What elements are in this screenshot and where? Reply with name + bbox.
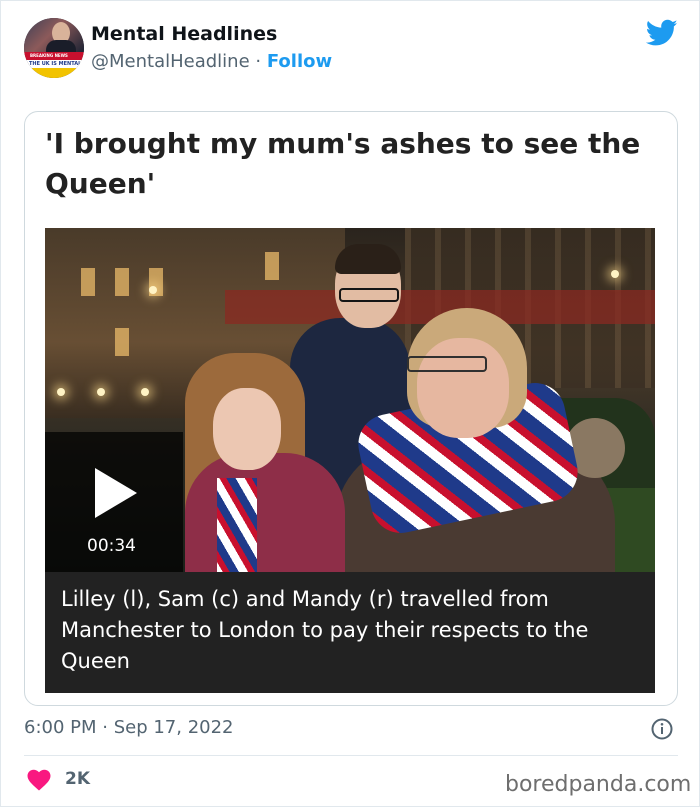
video-lamp bbox=[149, 286, 157, 294]
woman-face bbox=[417, 338, 509, 438]
video-window bbox=[115, 268, 129, 296]
tweet-card: BREAKING NEWS THE UK IS MENTAL Mental He… bbox=[0, 0, 700, 807]
like-count[interactable]: 2K bbox=[65, 769, 90, 789]
video-window bbox=[81, 268, 95, 296]
video-player[interactable]: 00:34 bbox=[45, 228, 655, 572]
heart-icon[interactable] bbox=[27, 769, 51, 791]
video-lamp bbox=[97, 388, 105, 396]
avatar-band-yellow bbox=[24, 68, 84, 78]
video-window bbox=[265, 252, 279, 280]
video-duration: 00:34 bbox=[87, 536, 136, 556]
woman-glasses bbox=[407, 356, 487, 372]
play-overlay[interactable]: 00:34 bbox=[45, 432, 183, 572]
boy-glasses bbox=[339, 288, 399, 302]
embedded-article-card[interactable]: 'I brought my mum's ashes to see the Que… bbox=[24, 111, 678, 706]
video-lamp bbox=[141, 388, 149, 396]
boy-hair bbox=[335, 244, 401, 274]
author-line: @MentalHeadline · Follow bbox=[91, 51, 332, 72]
info-icon[interactable] bbox=[651, 718, 673, 740]
tweet-timestamp[interactable]: 6:00 PM · Sep 17, 2022 bbox=[24, 717, 234, 738]
avatar-text-top: BREAKING NEWS bbox=[30, 53, 68, 58]
watermark: boredpanda.com bbox=[505, 772, 692, 797]
girl-coat bbox=[185, 453, 345, 572]
avatar-text-bottom: THE UK IS MENTAL bbox=[29, 61, 82, 67]
play-icon[interactable] bbox=[95, 468, 137, 518]
handle-separator: · bbox=[255, 51, 262, 72]
follow-button[interactable]: Follow bbox=[267, 51, 332, 72]
girl-face bbox=[213, 388, 281, 470]
video-lamp bbox=[57, 388, 65, 396]
video-caption: Lilley (l), Sam (c) and Mandy (r) travel… bbox=[45, 572, 655, 693]
footer-divider bbox=[24, 755, 678, 756]
author-handle[interactable]: @MentalHeadline bbox=[91, 51, 250, 72]
video-window bbox=[115, 328, 129, 356]
avatar[interactable]: BREAKING NEWS THE UK IS MENTAL bbox=[24, 18, 84, 78]
video-lamp bbox=[611, 270, 619, 278]
author-name[interactable]: Mental Headlines bbox=[91, 23, 277, 45]
girl-flag-scarf bbox=[217, 478, 257, 572]
twitter-bird-icon[interactable] bbox=[646, 19, 678, 47]
article-headline[interactable]: 'I brought my mum's ashes to see the Que… bbox=[45, 124, 645, 204]
